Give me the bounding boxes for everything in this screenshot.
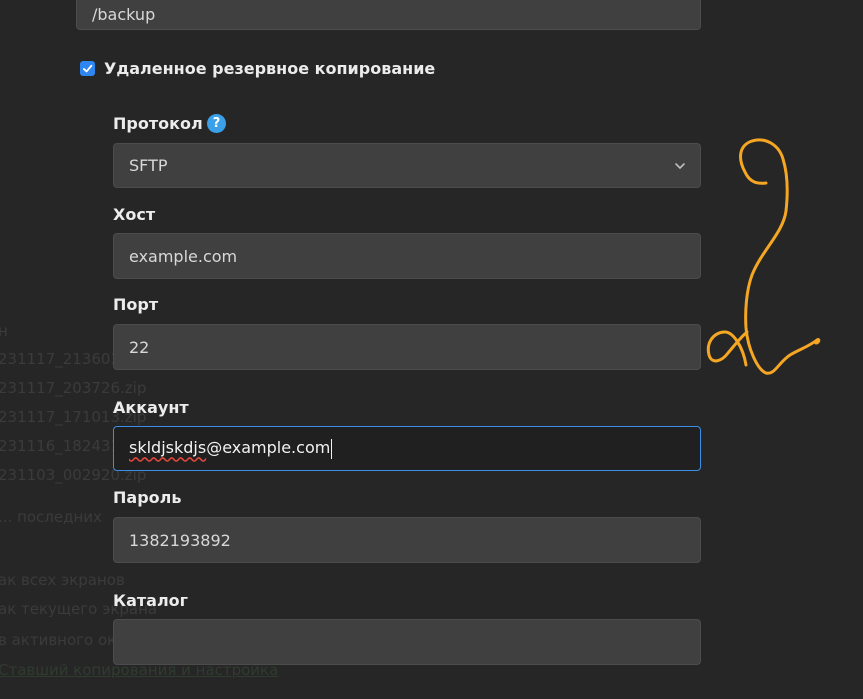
host-value: example.com	[129, 246, 238, 266]
check-icon	[82, 64, 93, 73]
handwritten-annotation	[706, 138, 821, 375]
catalog-label: Каталог	[113, 591, 189, 610]
remote-backup-label: Удаленное резервное копирование	[104, 59, 436, 78]
protocol-select[interactable]: SFTP	[113, 143, 701, 188]
protocol-value: SFTP	[129, 156, 168, 175]
text-caret	[331, 438, 333, 459]
catalog-input[interactable]	[113, 619, 701, 665]
account-value: skldjskdjs@example.com	[129, 438, 333, 459]
remote-backup-checkbox[interactable]	[80, 61, 95, 76]
help-icon[interactable]: ?	[207, 114, 226, 133]
account-input[interactable]: skldjskdjs@example.com	[113, 426, 701, 471]
password-label: Пароль	[113, 488, 182, 507]
backup-path-input[interactable]: /backup	[76, 0, 701, 30]
account-label: Аккаунт	[113, 398, 189, 417]
host-input[interactable]: example.com	[113, 233, 701, 279]
account-value-misspelled: skldjskdjs	[129, 438, 207, 458]
password-input[interactable]: 1382193892	[113, 517, 701, 563]
help-icon-glyph: ?	[212, 116, 221, 131]
password-value: 1382193892	[129, 530, 231, 550]
backup-path-value: /backup	[92, 4, 156, 24]
bg-line: ак всех экранов	[0, 571, 125, 589]
bg-line: ... последних	[0, 508, 102, 526]
host-label: Хост	[113, 205, 156, 224]
account-value-rest: @example.com	[206, 438, 331, 458]
port-input[interactable]: 22	[113, 324, 701, 370]
protocol-label: Протокол	[113, 114, 203, 133]
bg-line: 231117_203726.zip	[0, 379, 147, 397]
port-label: Порт	[113, 295, 159, 314]
port-value: 22	[129, 337, 150, 357]
bg-line: н	[0, 322, 8, 340]
chevron-down-icon	[675, 163, 685, 169]
